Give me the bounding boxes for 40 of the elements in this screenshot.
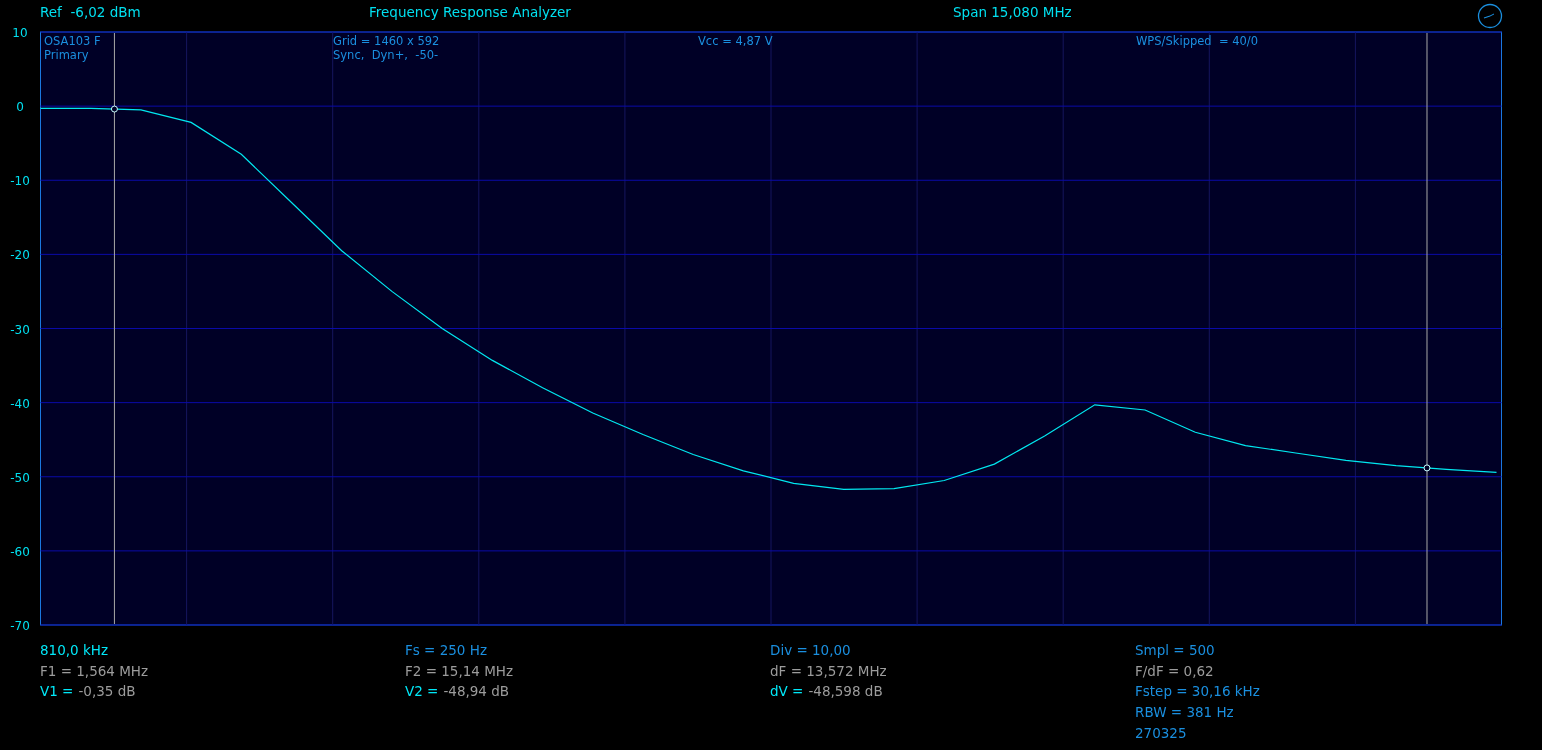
readout-text: F2 = 15,14 MHz xyxy=(405,661,514,681)
reference-level: Ref -6,02 dBm xyxy=(40,4,142,20)
marker-point[interactable] xyxy=(110,105,118,113)
y-tick-label: -20 xyxy=(10,248,30,263)
readout-text: dF = 13,572 MHz xyxy=(770,661,887,681)
y-tick-label: 10 xyxy=(12,26,28,40)
span-readout: Span 15,080 MHz xyxy=(953,4,1072,20)
readout-text: 810,0 kHz xyxy=(40,641,108,660)
readout-text: Fs = 250 Hz xyxy=(405,641,487,660)
clock-icon[interactable] xyxy=(1477,3,1503,29)
status-text: OSA103 F xyxy=(44,34,102,48)
readout-label: dV = xyxy=(770,682,804,702)
status-text: Grid = 1460 x 592 xyxy=(333,34,441,48)
status-text: Primary xyxy=(44,48,90,62)
y-tick-label: -60 xyxy=(10,544,30,559)
readout-value: -0,35 dB xyxy=(78,682,136,702)
window-title: Frequency Response Analyzer xyxy=(369,4,572,20)
readout-text: F/dF = 0,62 xyxy=(1135,661,1214,681)
readout-text: Fstep = 30,16 kHz xyxy=(1135,682,1260,702)
readout-value: -48,94 dB xyxy=(443,682,510,702)
y-tick-label: 0 xyxy=(16,100,24,115)
y-tick-label: -70 xyxy=(10,619,30,633)
readout-label: V1 = xyxy=(40,682,74,702)
status-text: Vcc = 4,87 V xyxy=(698,34,774,48)
marker-line[interactable] xyxy=(1426,32,1428,625)
readout-value: -48,598 dB xyxy=(808,682,883,702)
marker-point[interactable] xyxy=(1423,464,1431,472)
y-tick-label: -40 xyxy=(10,396,30,411)
y-tick-label: -50 xyxy=(10,470,30,485)
status-text: WPS/Skipped = 40/0 xyxy=(1136,34,1260,48)
readout-label: V2 = xyxy=(405,682,439,702)
marker-line[interactable] xyxy=(113,32,115,625)
status-text: Sync, Dyn+, -50- xyxy=(333,48,440,62)
readout-text: F1 = 1,564 MHz xyxy=(40,661,149,681)
readout-text: 270325 xyxy=(1135,723,1187,743)
y-tick-label: -10 xyxy=(10,174,30,189)
readout-text: Smpl = 500 xyxy=(1135,641,1215,660)
y-tick-label: -30 xyxy=(10,322,30,337)
readout-text: RBW = 381 Hz xyxy=(1135,703,1234,723)
readout-text: Div = 10,00 xyxy=(770,641,851,660)
